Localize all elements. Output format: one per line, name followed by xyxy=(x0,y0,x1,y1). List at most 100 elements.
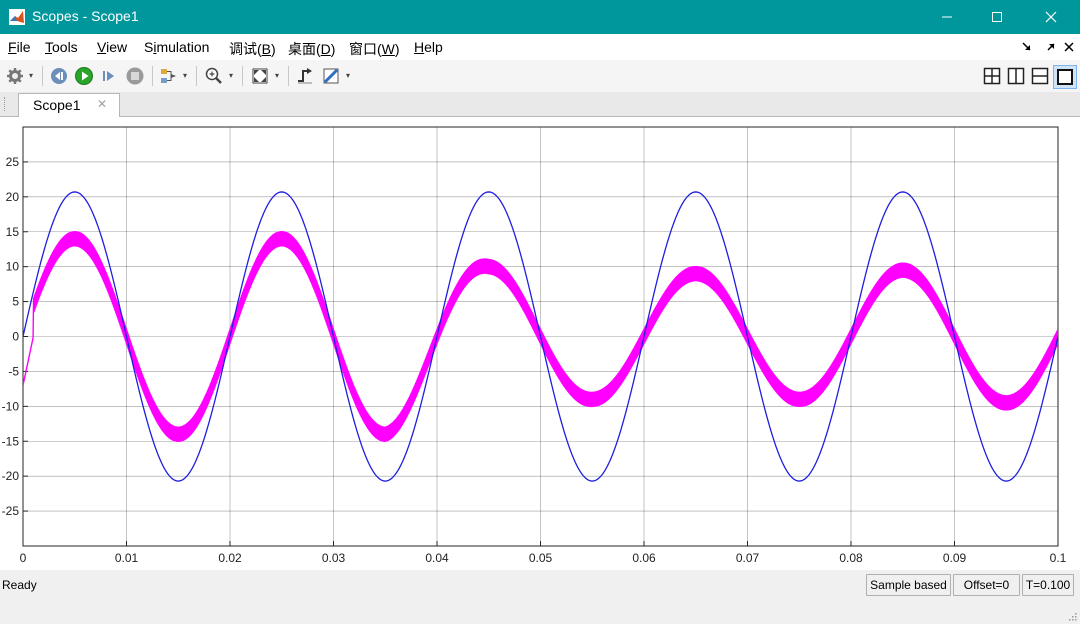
y-tick-label: 15 xyxy=(6,225,20,239)
scale-axes-button[interactable] xyxy=(249,65,271,87)
status-bar: Ready Sample based Offset=0 T=0.100 xyxy=(0,571,1080,624)
drag-handle[interactable] xyxy=(4,97,8,111)
toolbar-divider xyxy=(242,66,243,86)
step-back-button[interactable] xyxy=(48,65,70,87)
maximize-button[interactable] xyxy=(974,0,1020,34)
toolbar-divider xyxy=(288,66,289,86)
scope-plot-area: 0 0.01 0.02 0.03 0.04 0.05 0.06 0.07 0.08 0.09 0.1… xyxy=(0,117,1080,570)
menu-view[interactable]: View xyxy=(97,39,127,55)
menu-desktop-accel: D xyxy=(320,41,331,57)
y-tick-label: 20 xyxy=(6,190,20,204)
stop-button[interactable] xyxy=(124,65,146,87)
zoom-in-icon xyxy=(205,67,222,84)
menu-debug-post: ) xyxy=(271,41,276,57)
trigger-icon xyxy=(298,68,312,84)
layout-rows-button[interactable] xyxy=(1029,65,1051,87)
x-tick-label: 0.07 xyxy=(736,551,760,565)
step-forward-icon xyxy=(103,71,114,81)
menu-help-accel: H xyxy=(414,39,425,55)
menu-tools-accel: T xyxy=(45,39,52,55)
y-tick-label: 0 xyxy=(12,330,19,344)
y-tick-label: 10 xyxy=(6,260,20,274)
close-button[interactable] xyxy=(1028,0,1074,34)
matlab-logo-icon xyxy=(9,9,25,25)
single-pane-icon xyxy=(1057,69,1073,85)
chevron-down-icon[interactable]: ▾ xyxy=(183,71,190,81)
play-icon xyxy=(75,67,93,85)
y-tick-label: -25 xyxy=(2,504,20,518)
chevron-down-icon[interactable]: ▾ xyxy=(275,71,282,81)
toolbar-divider xyxy=(152,66,153,86)
maximize-icon xyxy=(992,12,1002,22)
columns-icon xyxy=(1007,67,1025,85)
x-tick-label: 0.03 xyxy=(322,551,346,565)
x-tick-label: 0.1 xyxy=(1050,551,1067,565)
resize-grip-icon[interactable] xyxy=(1067,611,1077,621)
menu-file-label: ile xyxy=(16,39,31,55)
y-tick-label: 25 xyxy=(6,155,20,169)
menu-simulation-label: mulation xyxy=(156,39,210,55)
step-back-icon xyxy=(51,68,67,84)
chevron-down-icon[interactable]: ▾ xyxy=(229,71,236,81)
y-tick-label: -20 xyxy=(2,469,20,483)
chevron-down-icon[interactable]: ▾ xyxy=(346,71,353,81)
menu-desktop-pre: 桌面( xyxy=(288,41,321,57)
zoom-button[interactable] xyxy=(203,65,225,87)
x-tick-label: 0.08 xyxy=(839,551,863,565)
triggers-button[interactable] xyxy=(294,65,316,87)
minimize-button[interactable] xyxy=(924,0,970,34)
menu-debug[interactable]: 调试(B) xyxy=(229,39,276,59)
status-ready: Ready xyxy=(2,578,37,592)
layout-single-button[interactable] xyxy=(1053,65,1077,89)
window-title: Scopes - Scope1 xyxy=(32,8,139,24)
menu-view-label: iew xyxy=(106,39,128,55)
x-tick-label: 0.05 xyxy=(529,551,553,565)
menu-help[interactable]: Help xyxy=(414,39,443,55)
menu-window-accel: W xyxy=(381,41,395,57)
menu-bar: File Tools View Simulation 调试(B) 桌面(D) 窗… xyxy=(0,34,1080,60)
toolbar: ▾ ▾ ▾ ▾ ▾ xyxy=(0,60,1080,93)
tab-strip: Scope1 ✕ xyxy=(0,92,1080,117)
tab-label: Scope1 xyxy=(33,97,81,113)
scope-chart[interactable]: 0 0.01 0.02 0.03 0.04 0.05 0.06 0.07 0.08 0.09 0.1… xyxy=(0,117,1080,570)
configuration-button[interactable] xyxy=(4,65,26,87)
menu-view-accel: V xyxy=(97,39,107,55)
ruler-icon xyxy=(323,68,339,84)
tab-scope1[interactable]: Scope1 ✕ xyxy=(18,93,120,117)
menu-tools-label: ools xyxy=(52,39,78,55)
menu-window[interactable]: 窗口(W) xyxy=(349,39,400,59)
gear-icon xyxy=(7,68,23,84)
x-tick-label: 0.02 xyxy=(218,551,242,565)
menu-debug-accel: B xyxy=(261,41,272,57)
x-tick-label: 0.09 xyxy=(943,551,967,565)
undock-icon[interactable] xyxy=(1046,42,1056,52)
step-forward-button[interactable] xyxy=(98,65,120,87)
menu-debug-pre: 调试( xyxy=(229,41,262,57)
close-tab-icon[interactable]: ✕ xyxy=(97,97,107,111)
menu-desktop[interactable]: 桌面(D) xyxy=(288,39,335,59)
menu-window-pre: 窗口( xyxy=(349,41,382,57)
x-tick-label: 0.04 xyxy=(425,551,449,565)
toolbar-divider xyxy=(196,66,197,86)
offset-indicator: Offset=0 xyxy=(953,574,1020,596)
menu-simulation[interactable]: Simulation xyxy=(144,39,209,55)
minimize-icon xyxy=(942,16,952,18)
chevron-down-icon[interactable]: ▾ xyxy=(29,71,36,81)
menu-window-post: ) xyxy=(394,41,400,57)
menu-tools[interactable]: Tools xyxy=(45,39,78,55)
run-button[interactable] xyxy=(73,65,95,87)
title-bar: Scopes - Scope1 xyxy=(0,0,1080,34)
rows-icon xyxy=(1031,67,1049,85)
highlight-block-button[interactable] xyxy=(158,65,180,87)
layout-2x2-button[interactable] xyxy=(981,65,1003,87)
menu-help-label: elp xyxy=(424,39,443,55)
layout-columns-button[interactable] xyxy=(1005,65,1027,87)
close-icon xyxy=(1045,11,1057,23)
menu-file[interactable]: File xyxy=(8,39,31,55)
y-tick-label: -15 xyxy=(2,434,20,448)
menu-file-accel: F xyxy=(8,39,17,55)
dock-icon[interactable] xyxy=(1022,42,1032,52)
time-indicator: T=0.100 xyxy=(1022,574,1074,596)
measurements-button[interactable] xyxy=(320,65,342,87)
close-panel-icon[interactable] xyxy=(1064,42,1074,52)
